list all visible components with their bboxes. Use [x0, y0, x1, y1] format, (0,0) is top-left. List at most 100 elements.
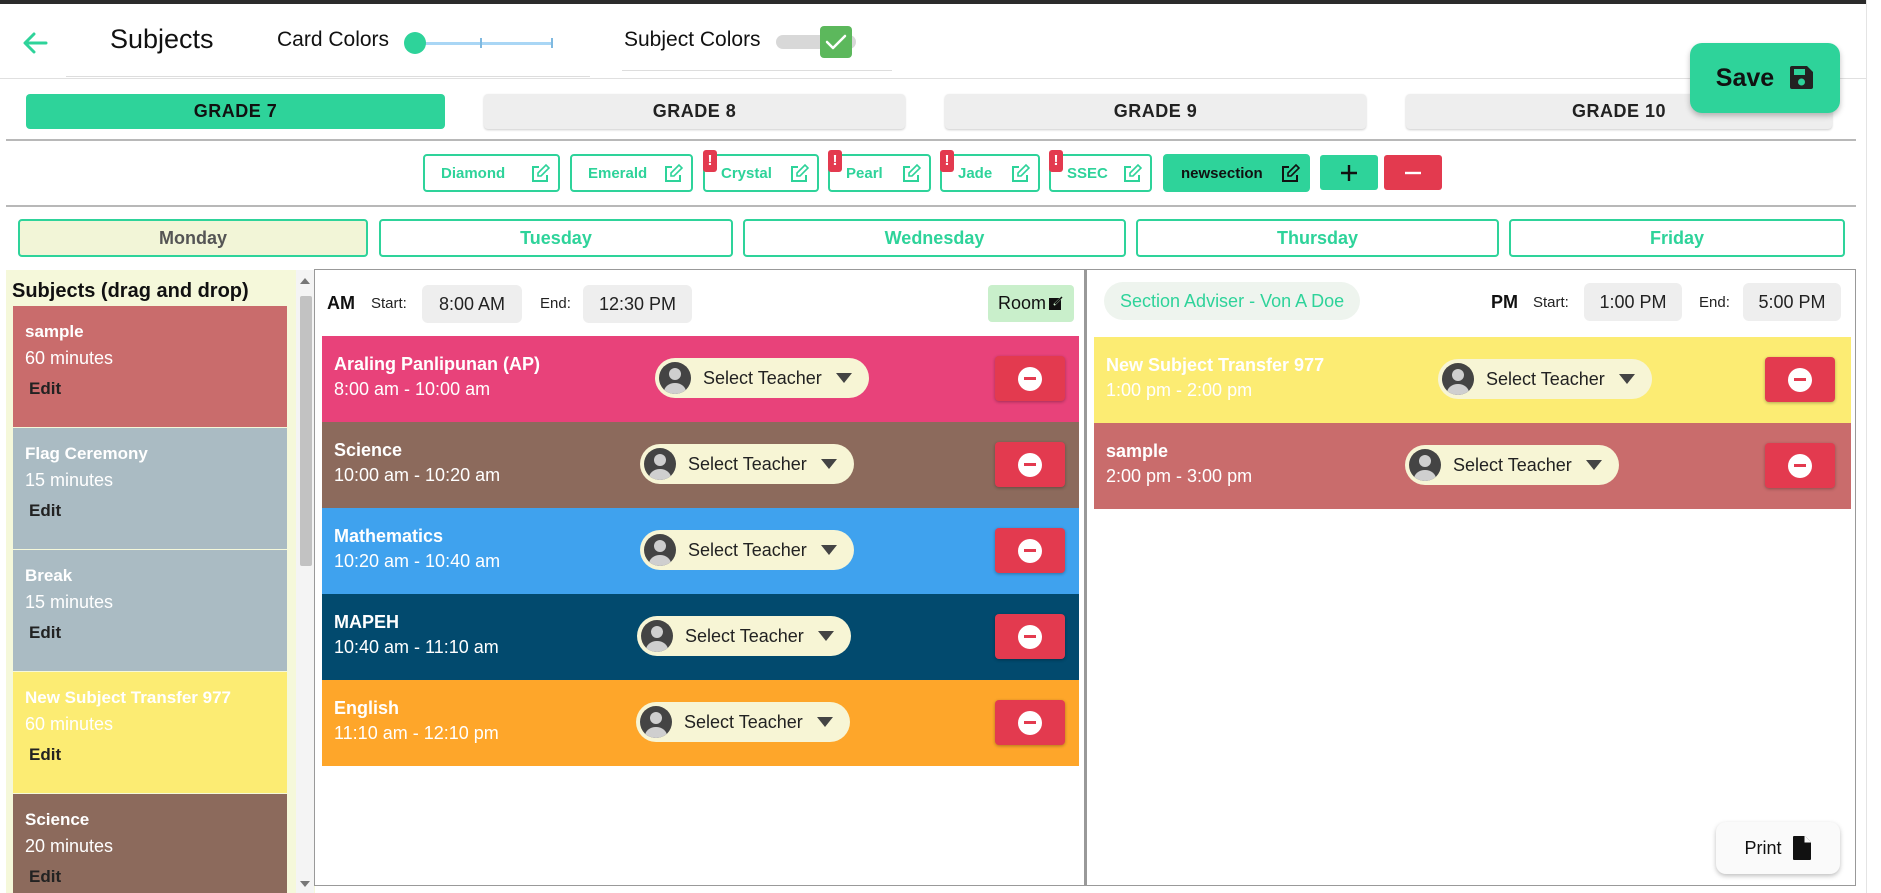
section-chip-crystal[interactable]: ! Crystal [703, 150, 819, 192]
remove-row-button[interactable] [995, 614, 1065, 659]
tab-friday[interactable]: Friday [1509, 219, 1845, 257]
tab-grade-8[interactable]: GRADE 8 [484, 94, 905, 129]
edit-icon [1049, 295, 1064, 310]
edit-subject-link[interactable]: Edit [29, 745, 61, 765]
section-chip-pearl[interactable]: ! Pearl [828, 150, 931, 192]
remove-row-button[interactable] [995, 528, 1065, 573]
row-subject-name: sample [1106, 441, 1169, 461]
edit-subject-link[interactable]: Edit [29, 623, 61, 643]
card-colors-slider[interactable] [404, 28, 555, 58]
select-teacher-dropdown[interactable]: Select Teacher [655, 358, 869, 398]
save-button[interactable]: Save [1690, 43, 1840, 113]
edit-icon[interactable] [1280, 164, 1300, 184]
back-button[interactable] [18, 26, 52, 60]
section-chip-emerald[interactable]: Emerald [570, 154, 693, 192]
edit-subject-link[interactable]: Edit [29, 501, 61, 521]
add-section-button[interactable] [1320, 155, 1378, 190]
edit-icon[interactable] [530, 164, 550, 184]
edit-icon[interactable] [1010, 164, 1030, 184]
schedule-row[interactable]: Science 10:00 am - 10:20 am Select Teach… [322, 422, 1079, 508]
tab-wednesday[interactable]: Wednesday [743, 219, 1126, 257]
remove-row-button[interactable] [995, 356, 1065, 401]
tab-grade-9[interactable]: GRADE 9 [945, 94, 1366, 129]
subject-card[interactable]: Flag Ceremony 15 minutes Edit [13, 428, 287, 549]
section-label: Crystal [721, 164, 772, 182]
tab-monday[interactable]: Monday [18, 219, 368, 257]
minus-circle-icon [1788, 453, 1812, 478]
remove-row-button[interactable] [1765, 357, 1835, 402]
subject-duration: 60 minutes [25, 714, 114, 734]
edit-subject-link[interactable]: Edit [29, 867, 61, 887]
select-teacher-label: Select Teacher [1453, 454, 1572, 475]
chevron-down-icon [817, 631, 834, 641]
edit-icon[interactable] [901, 164, 921, 184]
sidebar-scrollbar[interactable] [296, 270, 314, 893]
subject-name: Science [25, 810, 90, 829]
slider-tick [480, 38, 482, 48]
scroll-thumb[interactable] [300, 296, 312, 566]
scroll-up-icon[interactable] [300, 278, 310, 284]
remove-row-button[interactable] [1765, 443, 1835, 488]
select-teacher-dropdown[interactable]: Select Teacher [640, 444, 854, 484]
select-teacher-dropdown[interactable]: Select Teacher [1438, 359, 1652, 399]
row-subject-time: 8:00 am - 10:00 am [334, 379, 491, 399]
warning-badge: ! [940, 150, 954, 172]
section-label: Jade [958, 164, 993, 182]
schedule-row[interactable]: Araling Panlipunan (AP) 8:00 am - 10:00 … [322, 336, 1079, 422]
edit-icon[interactable] [789, 164, 809, 184]
section-chip-diamond[interactable]: Diamond [423, 154, 560, 192]
user-avatar-icon [641, 620, 673, 652]
am-end-time[interactable]: 12:30 PM [583, 285, 692, 323]
room-button[interactable]: Room [988, 285, 1074, 322]
tab-tuesday[interactable]: Tuesday [379, 219, 733, 257]
app-header: Subjects Card Colors Subject Colors [0, 4, 1866, 78]
slider-tick [551, 38, 553, 48]
edit-icon[interactable] [1122, 164, 1142, 184]
header-divider [0, 78, 1866, 79]
remove-row-button[interactable] [995, 700, 1065, 745]
select-teacher-dropdown[interactable]: Select Teacher [640, 530, 854, 570]
section-adviser-badge[interactable]: Section Adviser - Von A Doe [1104, 282, 1361, 320]
tab-grade-7[interactable]: GRADE 7 [26, 94, 445, 129]
section-label: SSEC [1067, 164, 1108, 182]
section-label: Diamond [441, 164, 506, 182]
section-chip-jade[interactable]: ! Jade [940, 150, 1040, 192]
user-avatar-icon [640, 706, 672, 738]
subject-card[interactable]: Break 15 minutes Edit [13, 550, 287, 671]
minus-icon [1405, 171, 1421, 174]
chevron-down-icon [816, 717, 833, 727]
schedule-row[interactable]: Mathematics 10:20 am - 10:40 am Select T… [322, 508, 1079, 594]
toggle-knob[interactable] [820, 26, 852, 58]
schedule-row[interactable]: sample 2:00 pm - 3:00 pm Select Teacher [1094, 423, 1851, 509]
room-label: Room [998, 293, 1047, 313]
am-schedule-panel: AM Start: 8:00 AM End: 12:30 PM Room Ara… [314, 269, 1085, 886]
am-start-label: Start: [371, 295, 407, 312]
subject-card[interactable]: New Subject Transfer 977 60 minutes Edit [13, 672, 287, 793]
select-teacher-dropdown[interactable]: Select Teacher [636, 702, 850, 742]
row-subject-name: New Subject Transfer 977 [1106, 355, 1325, 375]
section-chip-newsection[interactable]: newsection [1163, 154, 1310, 192]
section-chip-ssec[interactable]: ! SSEC [1049, 150, 1152, 192]
select-teacher-dropdown[interactable]: Select Teacher [1405, 445, 1619, 485]
select-teacher-dropdown[interactable]: Select Teacher [637, 616, 851, 656]
slider-thumb[interactable] [404, 32, 426, 54]
subject-card[interactable]: Science 20 minutes Edit [13, 794, 287, 893]
schedule-row[interactable]: New Subject Transfer 977 1:00 pm - 2:00 … [1094, 337, 1851, 423]
pm-start-label: Start: [1533, 294, 1569, 311]
edit-subject-link[interactable]: Edit [29, 379, 61, 399]
tab-thursday[interactable]: Thursday [1136, 219, 1499, 257]
edit-icon[interactable] [663, 164, 683, 184]
pm-end-time[interactable]: 5:00 PM [1743, 283, 1841, 321]
subject-card[interactable]: sample 60 minutes Edit [13, 306, 287, 427]
remove-row-button[interactable] [995, 442, 1065, 487]
schedule-row[interactable]: MAPEH 10:40 am - 11:10 am Select Teacher [322, 594, 1079, 680]
am-start-time[interactable]: 8:00 AM [422, 285, 522, 323]
remove-section-button[interactable] [1384, 155, 1442, 190]
pm-start-time[interactable]: 1:00 PM [1584, 283, 1682, 321]
scroll-down-icon[interactable] [300, 881, 310, 887]
print-button[interactable]: Print [1716, 822, 1840, 874]
save-disk-icon [1790, 66, 1814, 89]
subject-colors-toggle[interactable] [776, 24, 860, 60]
am-period-label: AM [327, 293, 355, 313]
schedule-row[interactable]: English 11:10 am - 12:10 pm Select Teach… [322, 680, 1079, 766]
